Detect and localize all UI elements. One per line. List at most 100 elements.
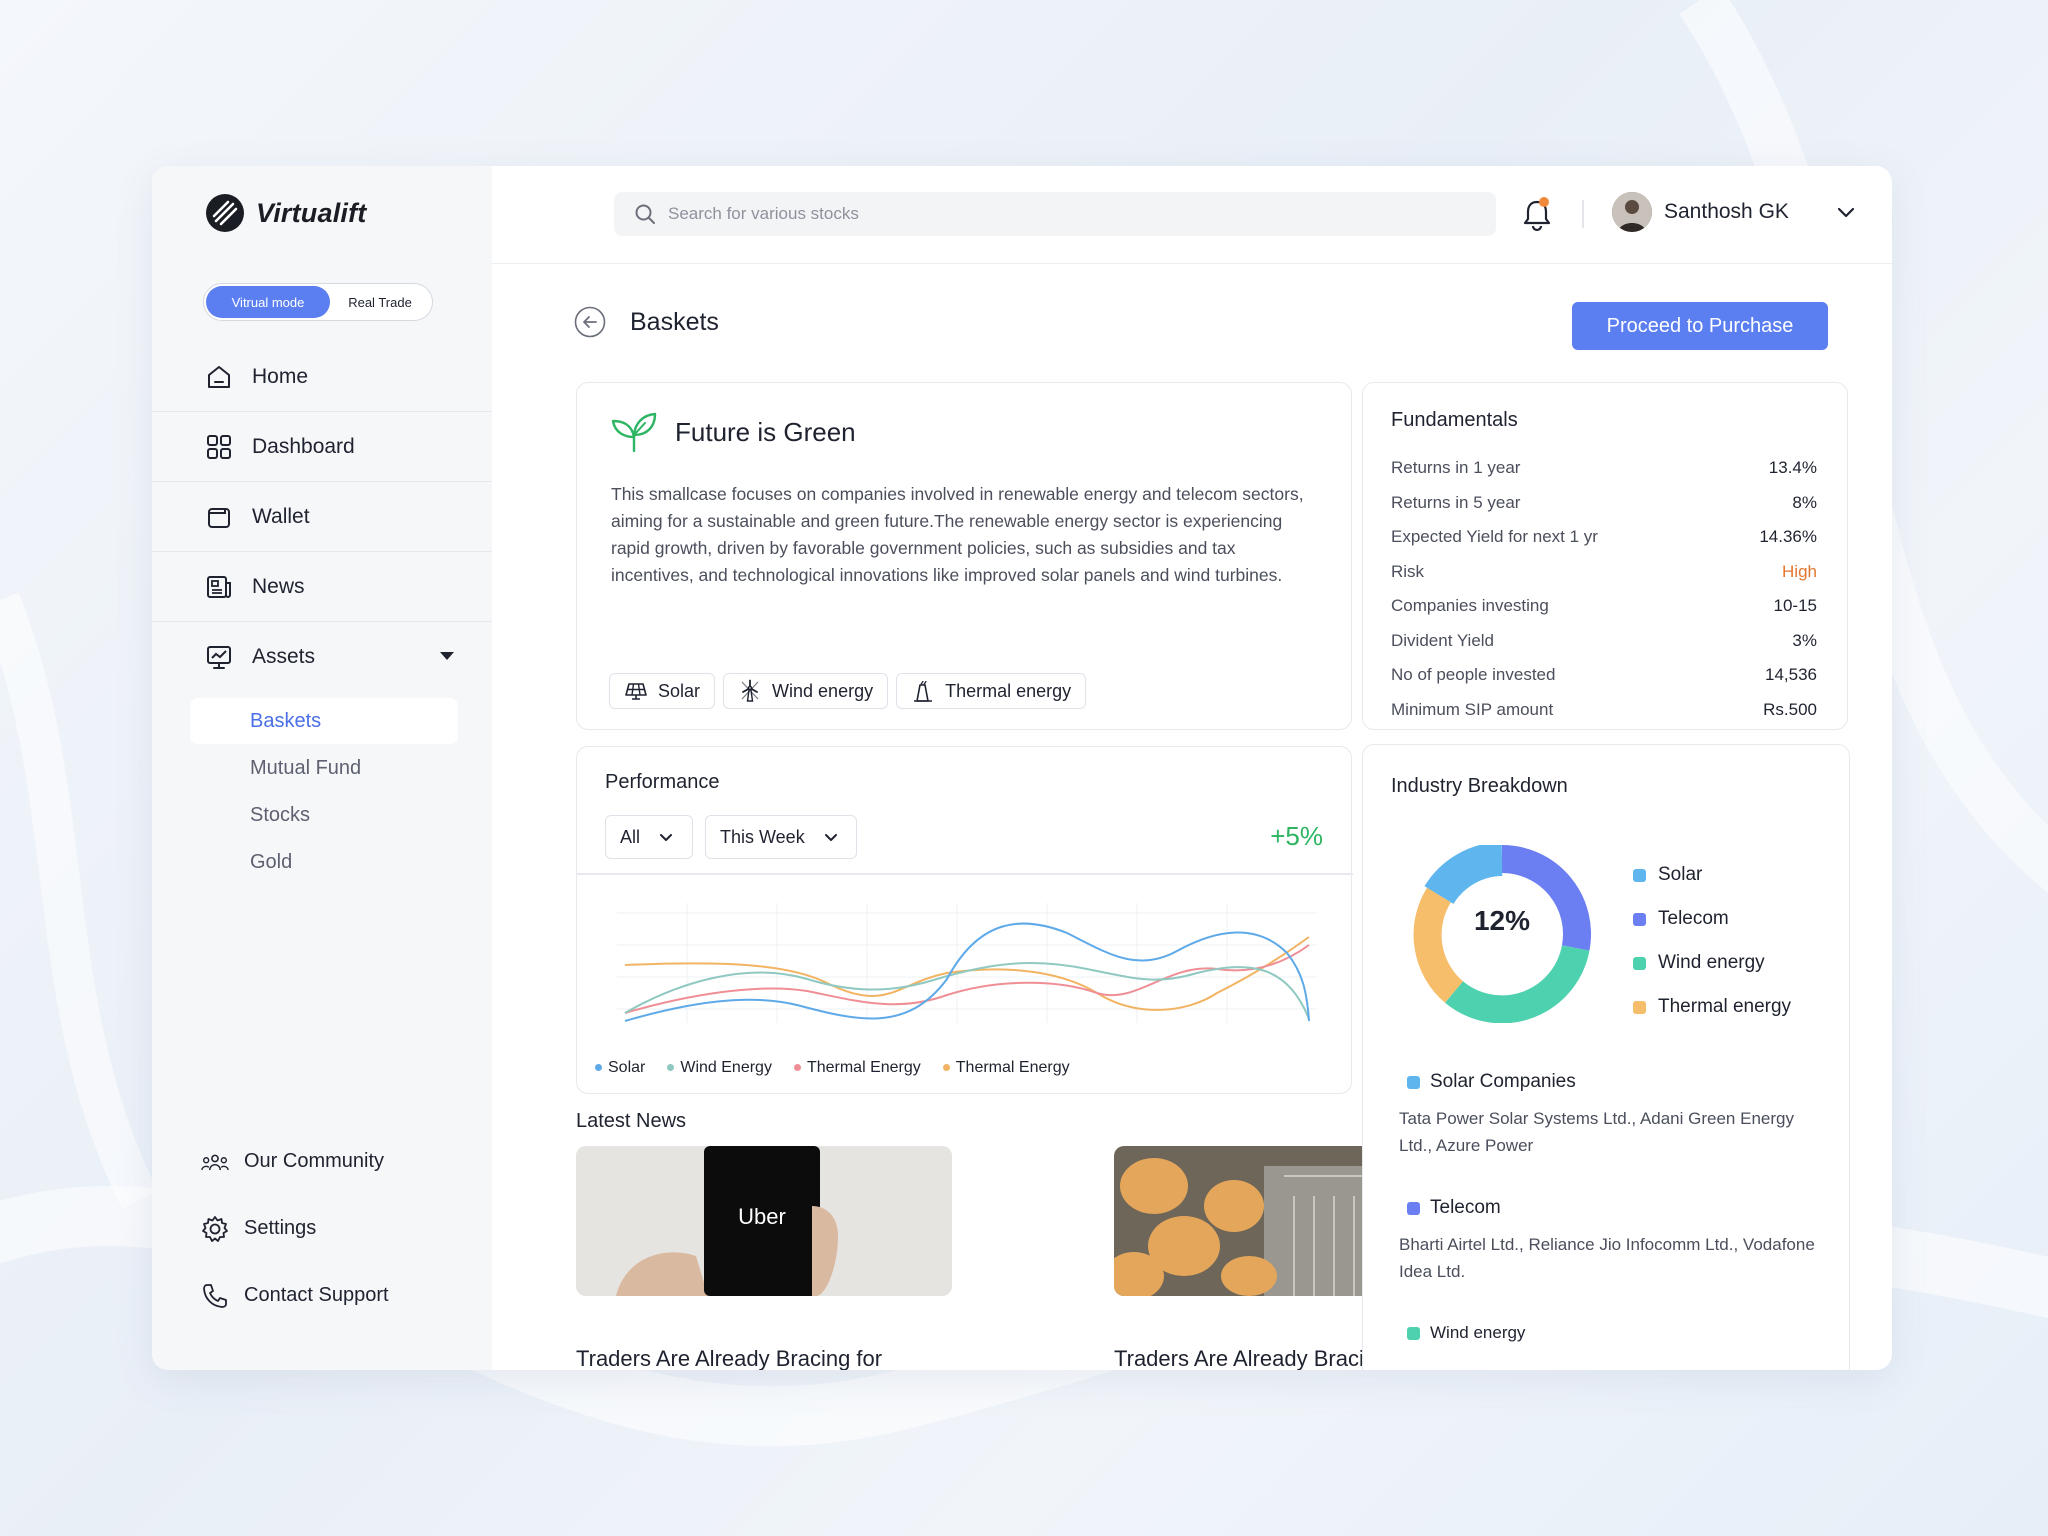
nav-item-home[interactable]: Home xyxy=(152,342,492,412)
news-headline[interactable]: Traders Are Already Bracing for xyxy=(576,1346,882,1370)
nav-label-home: Home xyxy=(252,364,309,388)
topbar-divider xyxy=(1582,200,1584,228)
back-arrow-icon[interactable] xyxy=(574,306,606,338)
proceed-to-purchase-button[interactable]: Proceed to Purchase xyxy=(1572,302,1828,350)
fund-value: 3% xyxy=(1792,630,1817,650)
dashboard-icon xyxy=(204,432,234,462)
legend-item-thermal-orange: Thermal Energy xyxy=(942,1059,1070,1077)
user-menu[interactable]: Santhosh GK xyxy=(1612,192,1789,232)
chevron-down-icon xyxy=(660,834,673,841)
subnav-item-stocks[interactable]: Stocks xyxy=(190,792,458,838)
main-nav: Home Dashboard Wallet News Assets xyxy=(152,342,492,692)
filter-period-value: This Week xyxy=(720,826,805,847)
fund-label: Minimum SIP amount xyxy=(1391,699,1554,719)
industry-legend: Solar Telecom Wind energy Thermal energy xyxy=(1633,853,1791,1029)
legend-label: Thermal Energy xyxy=(806,1059,921,1076)
industry-breakdown-title: Industry Breakdown xyxy=(1391,775,1568,797)
nav-item-assets[interactable]: Assets xyxy=(152,622,492,692)
assets-subnav: Baskets Mutual Fund Stocks Gold xyxy=(190,698,458,886)
news-card-image[interactable]: Uber xyxy=(576,1146,952,1296)
tag-label: Thermal energy xyxy=(945,680,1072,701)
basket-tags: Solar Wind energy Thermal energy xyxy=(609,673,1087,709)
nav-label-support: Contact Support xyxy=(244,1284,389,1306)
filter-type-dropdown[interactable]: All xyxy=(605,815,693,859)
app-window: Virtualift Vitrual mode Real Trade Home … xyxy=(152,166,1892,1370)
group-heading-wind: Wind energy xyxy=(1407,1323,1525,1343)
wallet-icon xyxy=(204,502,234,532)
chevron-down-icon[interactable] xyxy=(1836,202,1856,222)
virtual-mode-button[interactable]: Vitrual mode xyxy=(206,286,330,318)
group-heading-solar: Solar Companies xyxy=(1407,1071,1576,1093)
performance-card: Performance All This Week +5% Solar Wind… xyxy=(576,746,1353,1094)
bell-icon[interactable] xyxy=(1520,196,1554,232)
caret-down-icon[interactable] xyxy=(440,652,454,660)
tag-label: Wind energy xyxy=(772,680,874,701)
fund-label: Risk xyxy=(1391,561,1425,581)
nav-label-settings: Settings xyxy=(244,1217,317,1239)
fund-label: Divident Yield xyxy=(1391,630,1495,650)
page-title: Baskets xyxy=(630,307,719,336)
legend-item-thermal: Thermal energy xyxy=(1633,985,1791,1029)
fund-value: 13.4% xyxy=(1768,458,1817,478)
donut-segment-solar xyxy=(1424,845,1503,905)
phone-icon xyxy=(200,1281,230,1311)
performance-change: +5% xyxy=(1270,821,1323,851)
legend-label: Wind Energy xyxy=(680,1059,772,1076)
fund-row-companies: Companies investing 10-15 xyxy=(1391,589,1817,624)
fund-value: 14,536 xyxy=(1765,665,1817,685)
sprout-icon xyxy=(611,412,657,453)
group-name: Solar Companies xyxy=(1430,1071,1576,1092)
filter-period-dropdown[interactable]: This Week xyxy=(705,815,857,859)
fund-row-dividend-yield: Divident Yield 3% xyxy=(1391,624,1817,659)
nav-label-dashboard: Dashboard xyxy=(252,434,355,458)
wind-turbine-icon xyxy=(741,679,759,702)
industry-breakdown-card: Industry Breakdown 12% Solar Telecom Win… xyxy=(1362,744,1850,1370)
brand-logo[interactable]: Virtualift xyxy=(204,192,367,234)
nav-item-news[interactable]: News xyxy=(152,552,492,622)
search-input[interactable] xyxy=(668,204,1468,224)
logo-icon xyxy=(206,194,244,232)
fund-row-returns-1y: Returns in 1 year 13.4% xyxy=(1391,451,1817,486)
mode-toggle: Vitrual mode Real Trade xyxy=(203,283,433,321)
nav-item-support[interactable]: Contact Support xyxy=(152,1262,492,1329)
news-image-text: Uber xyxy=(738,1204,786,1229)
real-trade-button[interactable]: Real Trade xyxy=(330,286,430,318)
fund-label: Companies investing xyxy=(1391,596,1549,616)
page-header: Baskets xyxy=(574,306,719,338)
subnav-item-baskets[interactable]: Baskets xyxy=(190,698,458,744)
tag-solar[interactable]: Solar xyxy=(609,673,716,709)
fund-value: 14.36% xyxy=(1759,527,1817,547)
legend-label: Telecom xyxy=(1658,908,1729,929)
nav-item-wallet[interactable]: Wallet xyxy=(152,482,492,552)
top-bar: Santhosh GK xyxy=(492,166,1892,264)
subnav-item-gold[interactable]: Gold xyxy=(190,839,458,885)
fund-label: Returns in 5 year xyxy=(1391,492,1521,512)
group-companies-telecom: Bharti Airtel Ltd., Reliance Jio Infocom… xyxy=(1399,1235,1815,1281)
legend-item-solar: Solar xyxy=(1633,853,1791,897)
subnav-item-mutual-fund[interactable]: Mutual Fund xyxy=(190,745,458,791)
tag-wind-energy[interactable]: Wind energy xyxy=(723,673,889,709)
fund-value: 8% xyxy=(1792,492,1817,512)
fund-row-people-invested: No of people invested 14,536 xyxy=(1391,658,1817,693)
fund-row-expected-yield: Expected Yield for next 1 yr 14.36% xyxy=(1391,520,1817,555)
fundamentals-card: Fundamentals Returns in 1 year 13.4% Retu… xyxy=(1362,382,1848,730)
nav-label-news: News xyxy=(252,574,305,598)
latest-news-title: Latest News xyxy=(576,1110,687,1132)
tag-thermal-energy[interactable]: Thermal energy xyxy=(896,673,1087,709)
legend-item-telecom: Telecom xyxy=(1633,897,1791,941)
fund-value: 10-15 xyxy=(1773,596,1817,616)
fund-row-min-sip: Minimum SIP amount Rs.500 xyxy=(1391,693,1817,728)
performance-divider xyxy=(577,873,1353,875)
chevron-down-icon xyxy=(824,834,837,841)
legend-label: Thermal energy xyxy=(1658,996,1792,1017)
legend-item-thermal-pink: Thermal Energy xyxy=(793,1059,921,1077)
legend-item-solar: Solar xyxy=(595,1059,645,1077)
legend-label: Wind energy xyxy=(1658,952,1765,973)
nav-item-dashboard[interactable]: Dashboard xyxy=(152,412,492,482)
fund-label: Expected Yield for next 1 yr xyxy=(1391,527,1598,547)
bottom-nav: Our Community Settings Contact Support xyxy=(152,1128,492,1329)
nav-item-community[interactable]: Our Community xyxy=(152,1128,492,1195)
nav-item-settings[interactable]: Settings xyxy=(152,1195,492,1262)
brand-name: Virtualift xyxy=(256,197,367,228)
basket-summary-card: Future is Green This smallcase focuses o… xyxy=(576,382,1352,730)
